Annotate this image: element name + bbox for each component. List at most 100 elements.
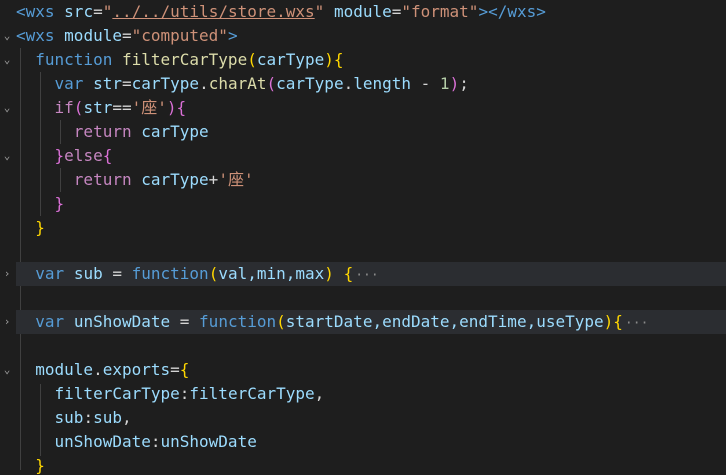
variable: carType [141, 170, 209, 189]
code-editor[interactable]: ⌄ ⌄ ⌄ ⌄ › › ⌄ <wxs src="../../utils/stor… [0, 0, 726, 475]
dot: . [93, 360, 103, 379]
variable: carType [276, 74, 344, 93]
code-line[interactable]: return carType+'座' [16, 168, 726, 192]
code-line[interactable]: var str=carType.charAt(carType.length - … [16, 72, 726, 96]
property: length [353, 74, 412, 93]
operator: + [208, 170, 219, 189]
tag-close: > [227, 26, 238, 45]
operator: = [170, 312, 200, 331]
brace: { [343, 264, 354, 283]
tag-open: <wxs [16, 2, 55, 21]
variable: unShowDate [73, 312, 171, 331]
paren: ) [449, 74, 460, 93]
brace: { [179, 360, 190, 379]
operator: = [170, 360, 180, 379]
code-line[interactable]: sub:sub, [16, 406, 726, 430]
brace: } [54, 146, 65, 165]
operator: = [93, 2, 103, 21]
colon: : [179, 384, 190, 403]
colon: : [150, 432, 161, 451]
code-line-folded[interactable]: var unShowDate = function(startDate,endD… [16, 310, 726, 334]
operator: = [391, 2, 402, 21]
operator: = [121, 26, 132, 45]
code-line[interactable]: if(str=='座'){ [16, 96, 726, 120]
operator: = [121, 74, 132, 93]
brace: { [176, 98, 187, 117]
fold-collapsed-icon[interactable]: › [0, 310, 14, 334]
brace: } [35, 456, 45, 475]
keyword: if [54, 98, 74, 117]
variable: unShowDate [160, 432, 257, 451]
paren: ( [73, 98, 84, 117]
code-line[interactable]: module.exports={ [16, 358, 726, 382]
code-line[interactable]: unShowDate:unShowDate [16, 430, 726, 454]
folded-ellipsis-icon[interactable]: ··· [623, 316, 650, 331]
paren: ( [208, 264, 219, 283]
parameters: startDate,endDate,endTime,useType [285, 312, 604, 331]
fold-gutter: ⌄ ⌄ ⌄ ⌄ › › ⌄ [0, 0, 16, 475]
comma: , [121, 408, 132, 427]
string-value: "computed" [131, 26, 228, 45]
variable: filterCarType [189, 384, 315, 403]
code-line[interactable]: } [16, 216, 726, 240]
code-line[interactable]: <wxs src="../../utils/store.wxs" module=… [16, 0, 726, 24]
code-line[interactable]: filterCarType:filterCarType, [16, 382, 726, 406]
code-line[interactable]: return carType [16, 120, 726, 144]
code-line[interactable]: function filterCarType(carType){ [16, 48, 726, 72]
paren: ( [276, 312, 286, 331]
fold-expanded-icon[interactable]: ⌄ [0, 24, 14, 48]
method-name: charAt [208, 74, 267, 93]
fold-expanded-icon[interactable]: ⌄ [0, 96, 14, 120]
brace: { [613, 312, 623, 331]
src-path-link[interactable]: ../../utils/store.wxs [112, 2, 314, 21]
object-key: sub [54, 408, 84, 427]
semicolon: ; [459, 74, 469, 93]
code-line-folded[interactable]: var sub = function(val,min,max) {··· [16, 262, 726, 286]
keyword: function [131, 264, 209, 283]
fold-collapsed-icon[interactable]: › [0, 262, 14, 286]
string-value: "format" [401, 2, 479, 21]
operator: == [112, 98, 132, 117]
fold-expanded-icon[interactable]: ⌄ [0, 358, 14, 382]
fold-expanded-icon[interactable]: ⌄ [0, 144, 14, 168]
parameters: val,min,max [218, 264, 325, 283]
function-name: filterCarType [121, 50, 248, 69]
paren: ) [603, 312, 614, 331]
brace: { [102, 146, 113, 165]
string-quote: " [102, 2, 113, 21]
keyword: return [73, 170, 132, 189]
object-key: unShowDate [54, 432, 151, 451]
code-line[interactable]: } [16, 454, 726, 475]
attribute-name: module [333, 2, 392, 21]
keyword: var [54, 74, 84, 93]
operator: - [411, 74, 440, 93]
number: 1 [439, 74, 450, 93]
dot: . [199, 74, 209, 93]
paren: ) [324, 264, 334, 283]
variable: sub [73, 264, 103, 283]
parameter: carType [256, 50, 325, 69]
tag-close: ></wxs> [478, 2, 546, 21]
brace: } [54, 194, 65, 213]
paren: ) [166, 98, 177, 117]
code-line[interactable]: } [16, 192, 726, 216]
code-line[interactable]: }else{ [16, 144, 726, 168]
fold-expanded-icon[interactable]: ⌄ [0, 48, 14, 72]
operator: = [102, 264, 132, 283]
string-value: '座' [131, 98, 167, 117]
brace: } [35, 218, 45, 237]
variable: carType [141, 122, 209, 141]
paren: ) [324, 50, 334, 69]
keyword: var [35, 264, 65, 283]
code-line[interactable]: <wxs module="computed"> [16, 24, 726, 48]
keyword: function [199, 312, 277, 331]
variable: sub [93, 408, 122, 427]
attribute-name: module [64, 26, 122, 45]
string-quote: " [314, 2, 325, 21]
attribute-name: src [64, 2, 94, 21]
paren: ( [247, 50, 257, 69]
tag-open: <wxs [16, 26, 55, 45]
variable: carType [131, 74, 200, 93]
keyword: function [35, 50, 113, 69]
folded-ellipsis-icon[interactable]: ··· [353, 268, 380, 283]
